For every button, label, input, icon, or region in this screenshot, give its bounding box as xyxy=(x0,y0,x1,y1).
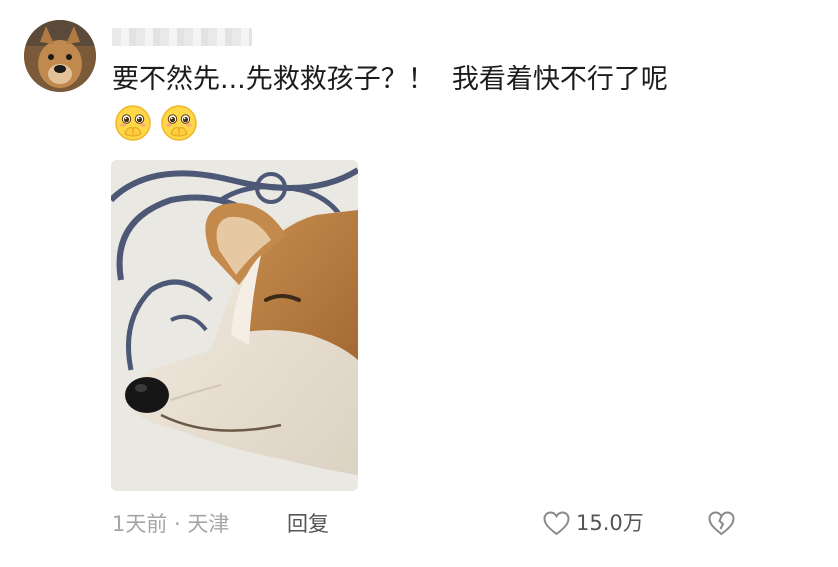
emoji-row xyxy=(114,104,198,142)
like-button[interactable]: 15.0万 xyxy=(543,509,644,537)
comment-text: 要不然先...先救救孩子？！ 我看着快不行了呢 xyxy=(112,64,668,95)
dislike-button[interactable] xyxy=(708,511,735,540)
reply-button[interactable]: 回复 xyxy=(287,510,329,538)
broken-heart-icon[interactable] xyxy=(708,511,735,536)
heart-outline-icon[interactable] xyxy=(543,510,570,536)
dog-avatar-image xyxy=(24,20,96,92)
comment-photo[interactable] xyxy=(111,160,358,491)
like-count: 15.0万 xyxy=(576,511,644,535)
comment-time-location: 1天前 · 天津 xyxy=(112,512,230,536)
pleading-hands-emoji xyxy=(161,105,197,141)
sleeping-corgi-image xyxy=(111,160,358,491)
user-avatar[interactable] xyxy=(24,20,96,92)
pleading-hands-emoji xyxy=(115,105,151,141)
username-blurred[interactable] xyxy=(112,28,252,46)
